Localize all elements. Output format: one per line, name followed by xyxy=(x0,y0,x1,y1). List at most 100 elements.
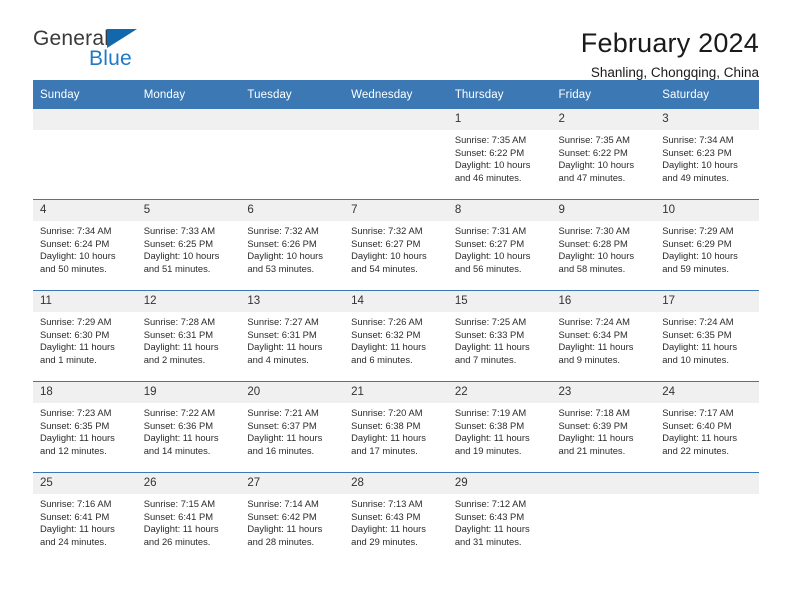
day-number: 13 xyxy=(240,291,345,312)
sunrise-text: Sunrise: 7:33 AM xyxy=(143,225,216,236)
daylight-text: Daylight: 11 hours and 29 minutes. xyxy=(351,523,426,547)
day-number: 20 xyxy=(240,382,345,403)
sunset-text: Sunset: 6:41 PM xyxy=(40,510,110,522)
day-details: Sunrise: 7:28 AM Sunset: 6:31 PM Daylight:… xyxy=(137,312,241,366)
daylight-text: Daylight: 11 hours and 16 minutes. xyxy=(247,432,323,456)
sunset-text: Sunset: 6:31 PM xyxy=(247,328,317,340)
calendar-day-cell[interactable]: 22 Sunrise: 7:19 AM Sunset: 6:38 PM Dayligh… xyxy=(447,381,552,473)
sunset-text: Sunset: 6:33 PM xyxy=(454,328,525,340)
calendar-day-cell[interactable]: 11 Sunrise: 7:29 AM Sunset: 6:30 PM Dayligh… xyxy=(33,290,137,382)
day-details: Sunrise: 7:32 AM Sunset: 6:27 PM Daylight:… xyxy=(344,221,448,275)
daylight-text: Daylight: 10 hours and 56 minutes. xyxy=(454,250,531,274)
calendar-day-cell-empty xyxy=(33,109,137,200)
day-details: Sunrise: 7:16 AM Sunset: 6:41 PM Daylight:… xyxy=(33,494,137,548)
day-number: 3 xyxy=(655,109,759,130)
day-number xyxy=(240,109,345,130)
page-title: February 2024 xyxy=(580,28,759,58)
calendar-body: 1 Sunrise: 7:35 AM Sunset: 6:22 PM Daylight… xyxy=(33,109,759,563)
calendar-day-cell[interactable]: 4 Sunrise: 7:34 AM Sunset: 6:24 PM Daylight… xyxy=(33,199,137,291)
sunset-text: Sunset: 6:35 PM xyxy=(40,419,110,431)
calendar-day-cell[interactable]: 2 Sunrise: 7:35 AM Sunset: 6:22 PM Daylight… xyxy=(551,109,656,200)
sunrise-text: Sunrise: 7:20 AM xyxy=(351,407,423,418)
sunset-text: Sunset: 6:27 PM xyxy=(351,237,421,249)
calendar-day-cell[interactable]: 21 Sunrise: 7:20 AM Sunset: 6:38 PM Dayligh… xyxy=(344,381,448,473)
daylight-text: Daylight: 11 hours and 7 minutes. xyxy=(454,341,530,365)
calendar-day-cell[interactable]: 6 Sunrise: 7:32 AM Sunset: 6:26 PM Daylight… xyxy=(240,199,345,291)
daylight-text: Daylight: 10 hours and 54 minutes. xyxy=(351,250,427,274)
sunset-text: Sunset: 6:32 PM xyxy=(351,328,421,340)
calendar-day-cell[interactable]: 23 Sunrise: 7:18 AM Sunset: 6:39 PM Dayligh… xyxy=(551,381,656,473)
calendar-day-cell[interactable]: 14 Sunrise: 7:26 AM Sunset: 6:32 PM Dayligh… xyxy=(344,290,448,382)
day-details: Sunrise: 7:24 AM Sunset: 6:34 PM Daylight:… xyxy=(552,312,656,366)
day-details: Sunrise: 7:19 AM Sunset: 6:38 PM Daylight:… xyxy=(448,403,552,457)
weekday-header-sunday: Sunday xyxy=(33,80,137,109)
day-details: Sunrise: 7:34 AM Sunset: 6:24 PM Daylight:… xyxy=(33,221,137,275)
calendar-day-cell[interactable]: 15 Sunrise: 7:25 AM Sunset: 6:33 PM Dayligh… xyxy=(447,290,552,382)
calendar-day-cell-empty xyxy=(344,109,448,200)
day-number: 5 xyxy=(136,200,241,221)
day-details: Sunrise: 7:29 AM Sunset: 6:30 PM Daylight:… xyxy=(33,312,137,366)
daylight-text: Daylight: 10 hours and 47 minutes. xyxy=(558,159,635,183)
sunset-text: Sunset: 6:22 PM xyxy=(558,146,628,158)
calendar-day-cell[interactable]: 19 Sunrise: 7:22 AM Sunset: 6:36 PM Dayligh… xyxy=(136,381,241,473)
daylight-text: Daylight: 10 hours and 49 minutes. xyxy=(662,159,738,183)
calendar-day-cell[interactable]: 1 Sunrise: 7:35 AM Sunset: 6:22 PM Daylight… xyxy=(447,109,552,200)
calendar-day-cell[interactable]: 24 Sunrise: 7:17 AM Sunset: 6:40 PM Dayligh… xyxy=(655,381,759,473)
calendar-day-cell[interactable]: 3 Sunrise: 7:34 AM Sunset: 6:23 PM Daylight… xyxy=(655,109,759,200)
sunset-text: Sunset: 6:29 PM xyxy=(662,237,732,249)
calendar-day-cell[interactable]: 18 Sunrise: 7:23 AM Sunset: 6:35 PM Dayligh… xyxy=(33,381,137,473)
calendar-day-cell-empty xyxy=(655,472,759,563)
calendar-day-cell[interactable]: 27 Sunrise: 7:14 AM Sunset: 6:42 PM Dayligh… xyxy=(240,472,345,563)
calendar-day-cell[interactable]: 13 Sunrise: 7:27 AM Sunset: 6:31 PM Dayligh… xyxy=(240,290,345,382)
sunrise-text: Sunrise: 7:24 AM xyxy=(662,316,734,327)
daylight-text: Daylight: 10 hours and 46 minutes. xyxy=(454,159,531,183)
daylight-text: Daylight: 10 hours and 53 minutes. xyxy=(247,250,323,274)
calendar-day-cell[interactable]: 17 Sunrise: 7:24 AM Sunset: 6:35 PM Dayligh… xyxy=(655,290,759,382)
day-number: 23 xyxy=(551,382,656,403)
sunrise-text: Sunrise: 7:16 AM xyxy=(40,498,112,509)
sunrise-text: Sunrise: 7:22 AM xyxy=(143,407,216,418)
weekday-header-friday: Friday xyxy=(551,80,656,109)
sunrise-text: Sunrise: 7:25 AM xyxy=(454,316,527,327)
location-subtitle: Shanling, Chongqing, China xyxy=(590,65,759,80)
calendar-day-cell[interactable]: 29 Sunrise: 7:12 AM Sunset: 6:43 PM Dayligh… xyxy=(447,472,552,563)
general-blue-logo[interactable]: General Blue xyxy=(33,28,173,74)
calendar-day-cell[interactable]: 10 Sunrise: 7:29 AM Sunset: 6:29 PM Dayligh… xyxy=(655,199,759,291)
day-details: Sunrise: 7:29 AM Sunset: 6:29 PM Daylight:… xyxy=(655,221,759,275)
calendar-page: General Blue February 2024 Shanling, Cho… xyxy=(0,0,792,612)
sunrise-text: Sunrise: 7:12 AM xyxy=(454,498,527,509)
calendar-day-cell[interactable]: 12 Sunrise: 7:28 AM Sunset: 6:31 PM Dayligh… xyxy=(136,290,241,382)
sunrise-text: Sunrise: 7:35 AM xyxy=(558,134,630,145)
calendar-day-cell[interactable]: 25 Sunrise: 7:16 AM Sunset: 6:41 PM Dayligh… xyxy=(33,472,137,563)
day-details: Sunrise: 7:15 AM Sunset: 6:41 PM Daylight:… xyxy=(137,494,241,548)
daylight-text: Daylight: 11 hours and 12 minutes. xyxy=(40,432,115,456)
calendar-day-cell[interactable]: 16 Sunrise: 7:24 AM Sunset: 6:34 PM Dayligh… xyxy=(551,290,656,382)
sunset-text: Sunset: 6:38 PM xyxy=(454,419,525,431)
calendar-day-cell[interactable]: 20 Sunrise: 7:21 AM Sunset: 6:37 PM Dayligh… xyxy=(240,381,345,473)
sunrise-text: Sunrise: 7:24 AM xyxy=(558,316,630,327)
day-number: 17 xyxy=(655,291,759,312)
calendar-day-cell[interactable]: 26 Sunrise: 7:15 AM Sunset: 6:41 PM Dayligh… xyxy=(136,472,241,563)
day-details: Sunrise: 7:13 AM Sunset: 6:43 PM Daylight:… xyxy=(344,494,448,548)
sunset-text: Sunset: 6:26 PM xyxy=(247,237,317,249)
daylight-text: Daylight: 11 hours and 2 minutes. xyxy=(143,341,219,365)
day-number: 7 xyxy=(344,200,448,221)
calendar-day-cell[interactable]: 7 Sunrise: 7:32 AM Sunset: 6:27 PM Daylight… xyxy=(344,199,448,291)
daylight-text: Daylight: 10 hours and 58 minutes. xyxy=(558,250,635,274)
sunset-text: Sunset: 6:35 PM xyxy=(662,328,732,340)
daylight-text: Daylight: 11 hours and 21 minutes. xyxy=(558,432,634,456)
daylight-text: Daylight: 11 hours and 9 minutes. xyxy=(558,341,634,365)
calendar-day-cell[interactable]: 8 Sunrise: 7:31 AM Sunset: 6:27 PM Daylight… xyxy=(447,199,552,291)
sunrise-text: Sunrise: 7:32 AM xyxy=(247,225,319,236)
weekday-header-saturday: Saturday xyxy=(655,80,759,109)
sunset-text: Sunset: 6:28 PM xyxy=(558,237,628,249)
day-details: Sunrise: 7:21 AM Sunset: 6:37 PM Daylight:… xyxy=(240,403,344,457)
day-details: Sunrise: 7:18 AM Sunset: 6:39 PM Daylight:… xyxy=(552,403,656,457)
calendar-day-cell[interactable]: 5 Sunrise: 7:33 AM Sunset: 6:25 PM Daylight… xyxy=(136,199,241,291)
day-details: Sunrise: 7:22 AM Sunset: 6:36 PM Daylight:… xyxy=(137,403,241,457)
sunrise-text: Sunrise: 7:13 AM xyxy=(351,498,423,509)
calendar-day-cell[interactable]: 28 Sunrise: 7:13 AM Sunset: 6:43 PM Dayligh… xyxy=(344,472,448,563)
day-number: 12 xyxy=(136,291,241,312)
day-number: 10 xyxy=(655,200,759,221)
calendar-day-cell[interactable]: 9 Sunrise: 7:30 AM Sunset: 6:28 PM Daylight… xyxy=(551,199,656,291)
